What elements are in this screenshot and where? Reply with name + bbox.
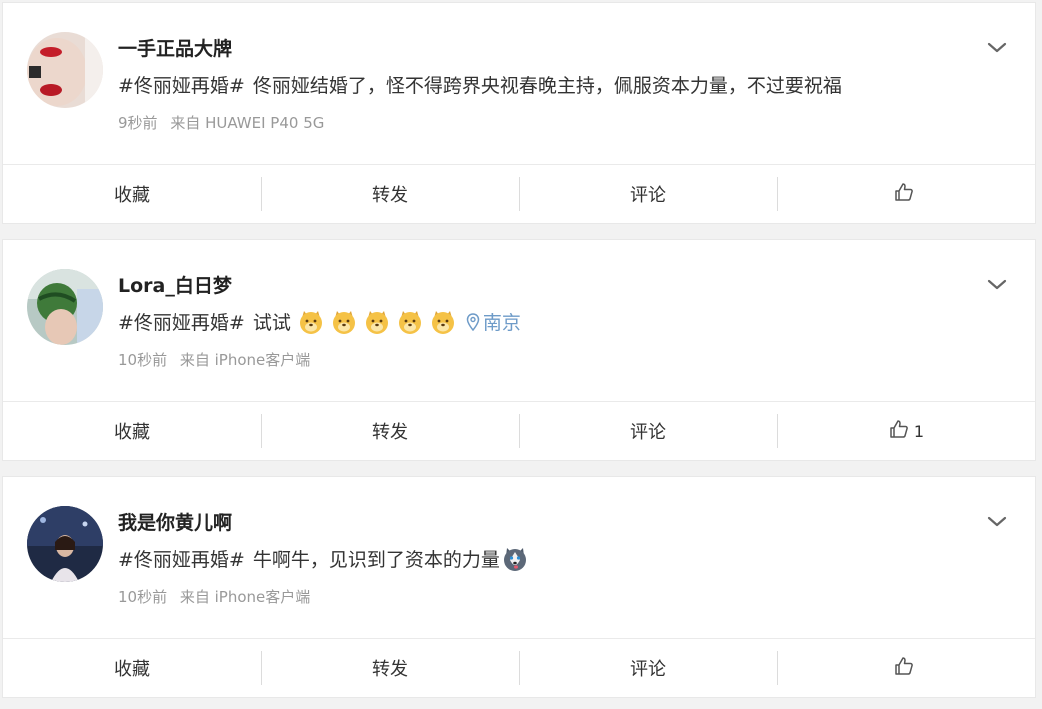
repost-button[interactable]: 转发 [261, 165, 519, 223]
chevron-down-icon[interactable] [985, 38, 1009, 58]
comment-button[interactable]: 评论 [519, 639, 777, 697]
post-text: #佟丽娅再婚# 牛啊牛，见识到了资本的力量 [118, 545, 528, 572]
post-body: 一手正品大牌 #佟丽娅再婚# 佟丽娅结婚了，怪不得跨界央视春晚主持，佩服资本力量… [3, 3, 1035, 165]
husky-icon [502, 546, 528, 572]
avatar[interactable] [27, 32, 103, 108]
post-text: #佟丽娅再婚# 试试 南京 [118, 308, 521, 335]
comment-button[interactable]: 评论 [519, 402, 777, 460]
location-pin-icon [466, 312, 480, 331]
doge-icon [430, 309, 456, 335]
avatar[interactable] [27, 269, 103, 345]
weibo-feed: 一手正品大牌 #佟丽娅再婚# 佟丽娅结婚了，怪不得跨界央视春晚主持，佩服资本力量… [0, 0, 1042, 709]
repost-button[interactable]: 转发 [261, 639, 519, 697]
post-text-body: 佟丽娅结婚了，怪不得跨界央视春晚主持，佩服资本力量，不过要祝福 [252, 75, 842, 97]
action-bar: 收藏 转发 评论 [3, 639, 1035, 697]
post-time[interactable]: 10秒前 [118, 588, 167, 606]
thumbs-up-icon [888, 418, 910, 445]
post-card: Lora_白日梦 #佟丽娅再婚# 试试 南京 10秒前 来自 iPhone客户端 [2, 239, 1036, 461]
username[interactable]: 一手正品大牌 [118, 34, 232, 61]
post-meta: 9秒前 来自 HUAWEI P40 5G [118, 112, 324, 133]
post-body: Lora_白日梦 #佟丽娅再婚# 试试 南京 10秒前 来自 iPhone客户端 [3, 240, 1035, 402]
like-count: 1 [913, 421, 925, 441]
repost-label: 转发 [372, 659, 408, 680]
like-button[interactable] [777, 639, 1035, 697]
doge-icon [331, 309, 357, 335]
location-link[interactable]: 南京 [466, 308, 521, 335]
hashtag-link[interactable]: #佟丽娅再婚# [118, 308, 245, 335]
favorite-label: 收藏 [114, 659, 150, 680]
post-card: 我是你黄儿啊 #佟丽娅再婚# 牛啊牛，见识到了资本的力量 10秒前 来自 iPh… [2, 476, 1036, 698]
doge-icon [298, 309, 324, 335]
chevron-down-icon[interactable] [985, 275, 1009, 295]
avatar[interactable] [27, 506, 103, 582]
favorite-button[interactable]: 收藏 [3, 639, 261, 697]
thumbs-up-icon [893, 655, 915, 682]
hashtag-link[interactable]: #佟丽娅再婚# [118, 71, 245, 98]
doge-icon [364, 309, 390, 335]
doge-icon [397, 309, 423, 335]
comment-label: 评论 [630, 422, 666, 443]
post-source: 来自 iPhone客户端 [179, 351, 311, 369]
repost-label: 转发 [372, 185, 408, 206]
favorite-button[interactable]: 收藏 [3, 165, 261, 223]
location-label: 南京 [482, 312, 521, 334]
post-card: 一手正品大牌 #佟丽娅再婚# 佟丽娅结婚了，怪不得跨界央视春晚主持，佩服资本力量… [2, 2, 1036, 224]
post-source: 来自 HUAWEI P40 5G [170, 114, 325, 132]
repost-label: 转发 [372, 422, 408, 443]
post-meta: 10秒前 来自 iPhone客户端 [118, 349, 310, 370]
post-text: #佟丽娅再婚# 佟丽娅结婚了，怪不得跨界央视春晚主持，佩服资本力量，不过要祝福 [118, 71, 842, 98]
hashtag-link[interactable]: #佟丽娅再婚# [118, 545, 245, 572]
thumbs-up-icon [893, 181, 915, 208]
post-meta: 10秒前 来自 iPhone客户端 [118, 586, 310, 607]
post-time[interactable]: 9秒前 [118, 114, 158, 132]
post-text-body: 试试 [252, 312, 291, 334]
username[interactable]: Lora_白日梦 [118, 271, 232, 298]
comment-label: 评论 [630, 185, 666, 206]
comment-label: 评论 [630, 659, 666, 680]
username[interactable]: 我是你黄儿啊 [118, 508, 232, 535]
action-bar: 收藏 转发 评论 1 [3, 402, 1035, 460]
action-bar: 收藏 转发 评论 [3, 165, 1035, 223]
like-button[interactable]: 1 [777, 402, 1035, 460]
post-body: 我是你黄儿啊 #佟丽娅再婚# 牛啊牛，见识到了资本的力量 10秒前 来自 iPh… [3, 477, 1035, 639]
like-button[interactable] [777, 165, 1035, 223]
post-source: 来自 iPhone客户端 [179, 588, 311, 606]
post-time[interactable]: 10秒前 [118, 351, 167, 369]
favorite-label: 收藏 [114, 422, 150, 443]
chevron-down-icon[interactable] [985, 512, 1009, 532]
repost-button[interactable]: 转发 [261, 402, 519, 460]
post-text-body: 牛啊牛，见识到了资本的力量 [252, 549, 500, 571]
favorite-button[interactable]: 收藏 [3, 402, 261, 460]
comment-button[interactable]: 评论 [519, 165, 777, 223]
favorite-label: 收藏 [114, 185, 150, 206]
